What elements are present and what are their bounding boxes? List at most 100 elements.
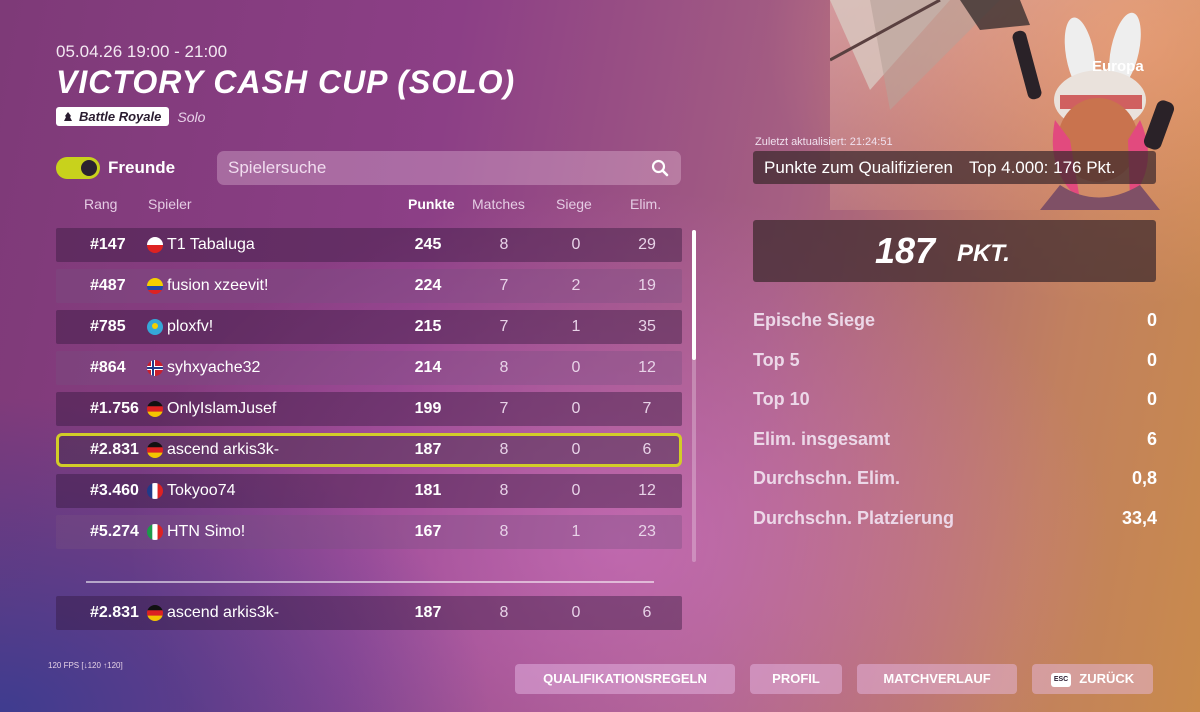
total-score-value: 187	[875, 230, 936, 271]
row-wins: 0	[571, 604, 581, 621]
row-matches: 8	[499, 441, 509, 458]
row-rank: #3.460	[90, 482, 139, 499]
mode-tag-label: Battle Royale	[79, 109, 162, 124]
stat-value: 0	[1146, 349, 1157, 370]
row-player: fusion xzeevit!	[167, 277, 269, 294]
row-elims: 12	[638, 482, 656, 499]
row-player: ploxfv!	[167, 318, 214, 335]
event-title: VICTORY CASH CUP (SOLO)	[56, 64, 516, 100]
stat-value: 0	[1146, 389, 1157, 409]
row-wins: 0	[571, 236, 581, 253]
row-elims: 6	[642, 604, 652, 621]
stat-label: Elim. insgesamt	[753, 428, 891, 449]
row-player: syhxyache32	[167, 359, 261, 376]
leaderboard-scrollbar[interactable]	[692, 230, 696, 562]
header-rank: Rang	[84, 196, 118, 212]
leaderboard-list[interactable]: #147 T1 Tabaluga 245 8 0 29 #487 fusion xzeevit…	[56, 228, 682, 573]
row-player: Tokyoo74	[167, 482, 236, 499]
match-history-button[interactable]: MATCHVERLAUF	[857, 664, 1017, 694]
profile-button[interactable]: PROFIL	[750, 664, 842, 694]
region-label: Europa	[1092, 58, 1144, 75]
toggle-knob	[81, 160, 97, 176]
row-elims: 29	[638, 236, 656, 253]
flag-de-icon	[147, 401, 163, 417]
row-matches: 8	[499, 482, 509, 499]
stat-value: 6	[1146, 428, 1157, 449]
row-matches: 8	[499, 604, 509, 621]
row-points: 224	[414, 277, 442, 294]
row-rank: #2.831	[90, 441, 139, 458]
header-player: Spieler	[148, 196, 192, 212]
row-wins: 0	[571, 482, 581, 499]
row-elims: 12	[638, 359, 656, 376]
row-rank: #487	[90, 277, 126, 294]
row-player: HTN Simo!	[167, 523, 246, 540]
row-wins: 0	[571, 359, 581, 376]
row-points: 214	[414, 359, 442, 376]
flag-co-icon	[147, 278, 163, 294]
header-elims: Elim.	[630, 196, 662, 212]
flag-de-icon	[147, 442, 163, 458]
flag-fr-icon	[147, 483, 163, 499]
qualify-label: Punkte zum Qualifizieren	[764, 158, 953, 177]
leaderboard-row[interactable]: #487 fusion xzeevit! 224 7 2 19	[56, 269, 682, 303]
row-rank: #2.831	[90, 604, 139, 621]
row-points: 245	[414, 236, 442, 253]
esc-key-icon: ESC	[1050, 672, 1072, 687]
pinned-own-row[interactable]: #2.831 ascend arkis3k- 187 8 0 6	[56, 596, 682, 630]
leaderboard-row[interactable]: #147 T1 Tabaluga 245 8 0 29	[56, 228, 682, 262]
total-score-box: 187 PKT.	[753, 220, 1156, 282]
battle-royale-badge: Battle Royale	[56, 107, 170, 126]
stat-value: 0	[1146, 310, 1157, 330]
row-player: T1 Tabaluga	[167, 236, 255, 253]
row-rank: #785	[90, 318, 126, 335]
friends-toggle[interactable]	[56, 157, 100, 179]
flag-no-icon	[147, 360, 163, 376]
leaderboard-row[interactable]: #864 syhxyache32 214 8 0 12	[56, 351, 682, 385]
search-icon[interactable]	[651, 159, 669, 177]
row-wins: 0	[571, 441, 581, 458]
leaderboard-row[interactable]: #3.460 Tokyoo74 181 8 0 12	[56, 474, 682, 508]
leaderboard-row[interactable]: #1.756 OnlyIslamJusef 199 7 0 7	[56, 392, 682, 426]
row-wins: 0	[571, 400, 581, 417]
header-matches: Matches	[472, 196, 525, 212]
row-player: OnlyIslamJusef	[167, 400, 277, 417]
leaderboard-row[interactable]: #785 ploxfv! 215 7 1 35	[56, 310, 682, 344]
row-matches: 8	[499, 523, 509, 540]
row-rank: #147	[90, 236, 126, 253]
header-wins: Siege	[556, 196, 592, 212]
qualification-rules-button[interactable]: QUALIFIKATIONSREGELN	[515, 664, 735, 694]
row-points: 199	[414, 400, 442, 417]
row-player: ascend arkis3k-	[167, 441, 280, 458]
divider	[86, 581, 654, 583]
fps-counter: 120 FPS [↓120 ↑120]	[48, 661, 123, 670]
row-matches: 7	[499, 277, 509, 294]
row-player: ascend arkis3k-	[167, 604, 280, 621]
friends-label: Freunde	[108, 158, 176, 177]
row-elims: 23	[638, 523, 656, 540]
row-matches: 8	[499, 359, 509, 376]
row-matches: 8	[499, 236, 509, 253]
scrollbar-thumb[interactable]	[692, 230, 696, 360]
row-points: 187	[414, 441, 442, 458]
search-placeholder: Spielersuche	[228, 158, 327, 177]
stat-label: Epische Siege	[753, 310, 876, 330]
player-search-input[interactable]: Spielersuche	[217, 151, 681, 185]
row-points: 187	[414, 604, 442, 621]
row-elims: 6	[642, 441, 652, 458]
leaderboard-row[interactable]: #5.274 HTN Simo! 167 8 1 23	[56, 515, 682, 549]
back-button[interactable]: ESC ZURÜCK	[1032, 664, 1153, 694]
header-points: Punkte	[408, 196, 455, 212]
row-elims: 35	[638, 318, 656, 335]
stat-label: Durchschn. Elim.	[753, 468, 901, 488]
mode-sub-label: Solo	[177, 108, 206, 125]
flag-de-icon	[147, 605, 163, 621]
row-rank: #1.756	[90, 400, 139, 417]
row-elims: 7	[642, 400, 652, 417]
stat-value: 33,4	[1121, 507, 1157, 528]
stat-label: Top 5	[753, 349, 800, 370]
flag-pl-icon	[147, 237, 163, 253]
stat-label: Durchschn. Platzierung	[753, 507, 955, 528]
leaderboard-row-current[interactable]: #2.831 ascend arkis3k- 187 8 0 6	[56, 433, 682, 467]
battle-royale-icon	[64, 111, 72, 121]
